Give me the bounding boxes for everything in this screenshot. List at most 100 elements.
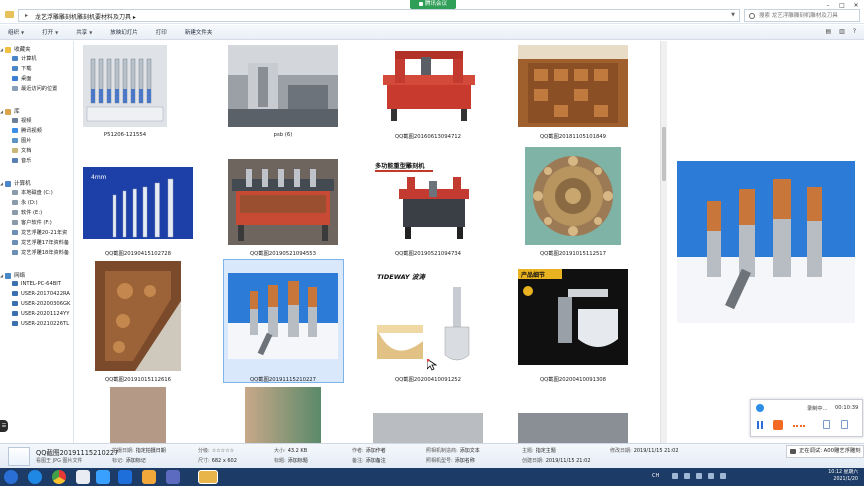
tray-app-icon[interactable] [708,473,714,479]
file-name[interactable]: QQ截图20191015112616 [88,375,188,383]
file-thumbnail[interactable] [245,387,321,443]
camera-icon[interactable] [841,420,848,429]
file-thumbnail[interactable]: 4mm [83,167,193,245]
file-explorer-icon[interactable] [198,470,218,484]
input-method-indicator[interactable]: CH [652,473,659,479]
tencent-meeting-icon[interactable] [118,470,132,484]
file-thumbnail[interactable] [228,159,338,245]
microphone-icon[interactable] [823,420,830,429]
vertical-scrollbar[interactable] [660,41,667,443]
view-options-icon[interactable]: ▤ [825,28,831,35]
detail-field[interactable]: 标题: 添加标题 [274,457,308,464]
close-button[interactable]: ✕ [852,2,860,9]
tray-app-icon[interactable] [696,473,702,479]
nav-item[interactable]: USER-20201124YY [12,311,73,317]
file-thumbnail[interactable] [518,413,628,443]
app-icon[interactable] [166,470,180,484]
minimize-button[interactable]: – [824,2,832,9]
nav-item[interactable]: 文档 [12,147,73,154]
address-dropdown-icon[interactable]: ▼ [731,12,735,18]
clock[interactable]: 10:12 星期六 2021/1/20 [828,469,858,483]
nav-item[interactable]: 龙艺浮雕20-21年资 [12,229,73,236]
file-name[interactable]: QQ截图20191115210227 [233,375,333,383]
recorder-app-icon[interactable] [76,470,90,484]
file-name[interactable]: QQ截图20160613094712 [378,132,478,140]
media-app-icon[interactable] [142,470,156,484]
maximize-button[interactable]: □ [838,2,846,9]
detail-field[interactable]: 备注: 添加备注 [352,457,386,464]
scrollbar-thumb[interactable] [662,127,666,181]
k-app-icon[interactable] [28,470,42,484]
help-icon[interactable]: ? [853,28,856,35]
file-name[interactable]: QQ截图20200410091252 [378,375,478,383]
pause-button[interactable] [757,421,763,429]
file-thumbnail[interactable] [373,45,483,127]
sky-app-icon[interactable] [96,470,110,484]
nav-item[interactable]: 桌面 [12,75,73,82]
nav-item[interactable]: 龙艺浮雕18年资料备 [12,249,73,256]
search-box[interactable] [744,9,860,22]
connection-notice[interactable]: 正在调试: A00雕艺浮雕刻 [786,445,864,458]
preview-pane-icon[interactable]: ▥ [839,28,845,35]
nav-item[interactable]: USER-20200306GK [12,301,73,307]
toolbar-new-folder[interactable]: 新建文件夹 [185,28,213,36]
tray-network-icon[interactable] [672,473,678,479]
file-name[interactable]: psb (6) [233,132,333,138]
detail-field[interactable]: 照相机制造商: 添加文本 [426,447,480,454]
nav-item[interactable]: 最近访问的位置 [12,85,73,92]
toolbar-organize[interactable]: 组织 ▼ [8,28,24,36]
nav-item[interactable]: 视频 [12,117,73,124]
nav-group-library[interactable]: ◢ 库 [0,107,20,115]
search-input[interactable] [745,10,845,21]
file-thumbnail[interactable] [518,45,628,127]
file-name[interactable]: QQ截图20190521094553 [233,249,333,257]
address-bar[interactable]: ▸ 龙艺浮雕雕刻机雕刻机要材料及刀具 ▸ ▼ [18,9,740,22]
nav-group-network[interactable]: ◢ 网络 [0,271,25,279]
back-arrow-icon[interactable]: ▸ [25,12,28,19]
detail-field[interactable]: 照相机型号: 添加名称 [426,457,475,464]
start-button[interactable] [4,470,18,484]
tray-volume-icon[interactable] [684,473,690,479]
tray-app-icon[interactable] [720,473,726,479]
detail-field[interactable]: 标记: 添加标记 [112,457,146,464]
file-name[interactable]: QQ截图20181105101849 [523,132,623,140]
detail-field[interactable]: 拍摄日期: 指定拍摄日期 [112,447,166,454]
file-thumbnail[interactable] [110,387,166,443]
toolbar-open[interactable]: 打开 ▼ [42,28,58,36]
stop-button[interactable] [773,420,783,430]
nav-item[interactable]: 软件 (E:) [12,209,73,216]
file-thumbnail[interactable]: TIDEWAY 波涛 [373,269,483,365]
nav-item[interactable]: 计算机 [12,55,73,62]
nav-item[interactable]: 永 (D:) [12,199,73,206]
file-thumbnail[interactable] [525,147,621,245]
nav-item[interactable]: 龙艺浮雕17年资料备 [12,239,73,246]
file-thumbnail[interactable] [95,261,181,371]
file-name[interactable]: QQ截图20200410091308 [523,375,623,383]
file-thumbnail[interactable]: 产品细节 [518,269,628,365]
side-panel-handle[interactable]: ☰ [0,420,8,432]
file-name[interactable]: QQ截图20190521094734 [378,249,478,257]
breadcrumb[interactable]: 龙艺浮雕雕刻机雕刻机要材料及刀具 ▸ [35,12,136,21]
nav-item[interactable]: 音乐 [12,157,73,164]
nav-item[interactable]: INTEL-PC-64BIT [12,281,73,287]
nav-item[interactable]: USER-20210226TL [12,321,73,327]
toolbar-slideshow[interactable]: 放映幻灯片 [110,28,138,36]
meeting-indicator[interactable]: 腾讯会议 [410,0,456,9]
detail-field-rating[interactable]: 分级: ☆☆☆☆☆ [198,447,234,454]
file-name[interactable]: QQ截图20190415102728 [88,249,188,257]
detail-field[interactable]: 主题: 指定主题 [522,447,556,454]
toolbar-share[interactable]: 共享 ▼ [76,28,92,36]
file-name[interactable]: P51206-121554 [75,132,175,138]
file-thumbnail[interactable]: 多功能重型雕刻机 [373,159,483,245]
file-name[interactable]: QQ截图20191015112517 [523,249,623,257]
nav-item[interactable]: 腾讯视频 [12,127,73,134]
toolbar-print[interactable]: 打印 [156,28,167,36]
nav-item[interactable]: 下载 [12,65,73,72]
nav-item[interactable]: 客户软件 (F:) [12,219,73,226]
file-thumbnail[interactable] [83,45,167,127]
chrome-icon[interactable] [52,470,66,484]
file-thumbnail[interactable] [373,413,483,443]
nav-group-favorites[interactable]: ◢ 收藏夹 [0,45,31,53]
file-thumbnail[interactable] [228,273,338,359]
nav-group-computer[interactable]: ◢ 计算机 [0,179,31,187]
